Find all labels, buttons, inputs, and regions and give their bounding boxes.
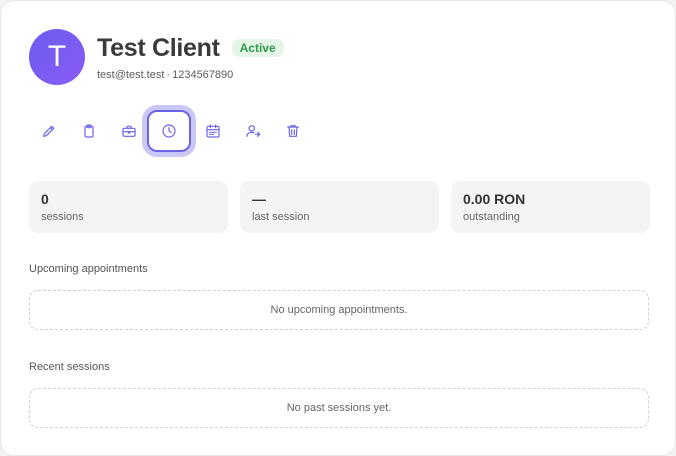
briefcase-icon — [122, 125, 136, 137]
upcoming-appointments-empty: No upcoming appointments. — [29, 290, 649, 330]
stats-row: 0 sessions — last session 0.00 RON outst… — [29, 181, 650, 233]
client-card: T Test Client Active test@test.test · 1234… — [0, 0, 676, 456]
stat-last-session: — last session — [240, 181, 439, 233]
transfer-client-button[interactable] — [233, 111, 273, 151]
calendar-icon — [206, 124, 220, 138]
stat-label: outstanding — [463, 211, 520, 223]
upcoming-appointments-title: Upcoming appointments — [29, 263, 148, 275]
avatar-initial: T — [47, 40, 67, 73]
contact-line: test@test.test · 1234567890 — [97, 69, 284, 81]
contact-separator: · — [166, 68, 171, 81]
action-toolbar — [29, 110, 313, 152]
stat-sessions: 0 sessions — [29, 181, 228, 233]
client-header: T Test Client Active test@test.test · 1234… — [29, 29, 284, 85]
stat-value: 0.00 RON — [463, 191, 526, 207]
stat-value: 0 — [41, 191, 49, 207]
pencil-icon — [43, 125, 55, 137]
stat-value: — — [252, 191, 266, 207]
history-button[interactable] — [147, 110, 191, 152]
status-badge: Active — [231, 39, 284, 57]
client-title-block: Test Client Active test@test.test · 123456… — [97, 34, 284, 81]
clipboard-icon — [84, 124, 94, 138]
client-name: Test Client — [97, 33, 220, 62]
stat-outstanding: 0.00 RON outstanding — [451, 181, 650, 233]
trash-icon — [287, 125, 299, 137]
briefcase-button[interactable] — [109, 111, 149, 151]
delete-button[interactable] — [273, 111, 313, 151]
notes-button[interactable] — [69, 111, 109, 151]
recent-sessions-title: Recent sessions — [29, 361, 110, 373]
stat-label: sessions — [41, 211, 84, 223]
clock-icon — [162, 124, 176, 138]
client-phone: 1234567890 — [172, 68, 234, 81]
stat-label: last session — [252, 211, 310, 223]
schedule-button[interactable] — [193, 111, 233, 151]
edit-button[interactable] — [29, 111, 69, 151]
client-title-row: Test Client Active — [97, 34, 284, 63]
recent-sessions-empty: No past sessions yet. — [29, 388, 649, 428]
user-arrow-icon — [246, 125, 261, 137]
client-email: test@test.test — [97, 68, 165, 81]
avatar: T — [29, 29, 85, 85]
